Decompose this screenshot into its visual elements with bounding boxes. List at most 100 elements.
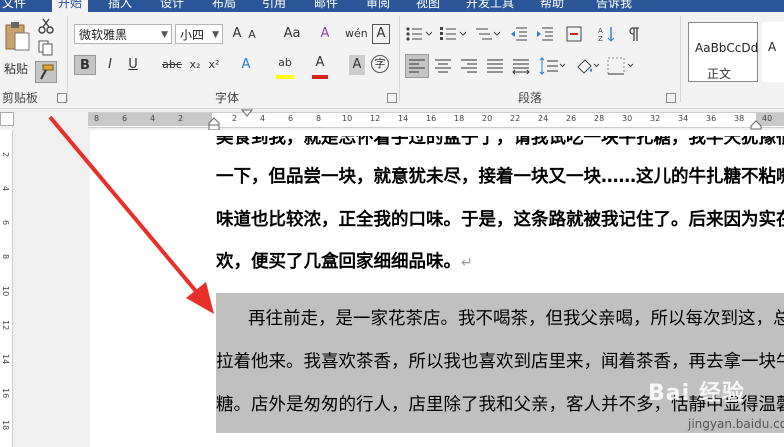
copy-icon[interactable]: [38, 40, 54, 56]
ruler-number: 2: [178, 114, 184, 123]
multilevel-list-icon[interactable]: [474, 26, 500, 42]
underline-button[interactable]: U: [125, 55, 141, 75]
ruler-number: 36: [706, 114, 717, 123]
ruler-number: 24: [538, 114, 549, 123]
clipboard-launcher-icon[interactable]: [57, 93, 67, 103]
clear-format-button[interactable]: A: [317, 24, 333, 44]
vertical-ruler[interactable]: 2 4 6 8 10 12 14 16 18: [0, 130, 13, 447]
tab-file[interactable]: 文件: [2, 0, 26, 12]
tab-layout[interactable]: 布局: [212, 0, 236, 12]
show-marks-icon[interactable]: [626, 26, 640, 42]
ruler-number: 34: [678, 114, 689, 123]
tab-mailings[interactable]: 邮件: [314, 0, 338, 12]
clipboard-icon: [5, 22, 30, 51]
ruler-number: 4: [1, 186, 10, 192]
shading-icon[interactable]: [574, 55, 600, 77]
paragraph-line: 欢，便买了几盒回家细细品味。↵: [216, 248, 473, 273]
tab-review[interactable]: 审阅: [366, 0, 390, 12]
enclose-characters-button[interactable]: 字: [371, 55, 389, 73]
tab-developer[interactable]: 开发工具: [466, 0, 514, 12]
paragraph-line: 再往前走，是一家花茶店。我不喝茶，但我父亲喝，所以每次到这，总是: [248, 309, 784, 329]
ruler-number: 16: [426, 114, 437, 123]
ribbon-tab-bar: 文件 开始 插入 设计 布局 引用 邮件 审阅 视图 开发工具 帮助 告诉我: [0, 0, 784, 12]
increase-indent-icon[interactable]: [536, 26, 554, 42]
format-painter-button[interactable]: [35, 61, 57, 83]
style-preview-text: A: [768, 40, 777, 54]
text-effects-button[interactable]: A: [238, 55, 254, 75]
strikethrough-button[interactable]: abc: [160, 55, 184, 75]
paste-label: 粘贴: [4, 62, 29, 76]
ruler-number: 2: [1, 152, 10, 158]
subscript-button[interactable]: x₂: [187, 55, 203, 75]
tab-insert[interactable]: 插入: [108, 0, 132, 12]
ruler-number: 32: [650, 114, 661, 123]
phonetic-guide-button[interactable]: wén: [345, 24, 368, 44]
tab-references[interactable]: 引用: [262, 0, 286, 12]
svg-text:Z: Z: [598, 35, 603, 42]
ruler-number: 12: [1, 320, 10, 331]
line-spacing-icon[interactable]: [538, 55, 566, 77]
borders-icon[interactable]: [606, 55, 634, 77]
font-size-select[interactable]: 小四 ▼: [175, 24, 223, 44]
ruler-number: 20: [482, 114, 493, 123]
numbering-icon[interactable]: [440, 26, 466, 42]
font-color-button[interactable]: A: [312, 55, 328, 79]
style-normal[interactable]: AaBbCcDd 正文: [688, 22, 758, 82]
font-size-value: 小四: [180, 28, 205, 42]
chinese-layout-icon[interactable]: [566, 26, 588, 42]
ribbon: 粘贴 剪贴板 微软雅黑 ▼ 小四 ▼ A A Aa A wén A B I U …: [0, 12, 784, 109]
chevron-down-icon: ▼: [161, 30, 168, 40]
ruler-number: 4: [260, 114, 266, 123]
decrease-indent-icon[interactable]: [510, 26, 528, 42]
align-center-icon[interactable]: [432, 55, 454, 77]
right-indent-marker[interactable]: [750, 120, 762, 130]
svg-text:A: A: [598, 27, 603, 35]
style-no-spacing[interactable]: A: [762, 22, 784, 82]
justify-icon[interactable]: [484, 55, 506, 77]
hanging-indent-marker[interactable]: [208, 117, 220, 131]
style-preview-text: AaBbCcDd: [695, 41, 759, 55]
distributed-icon[interactable]: [510, 55, 532, 77]
tab-home[interactable]: 开始: [52, 0, 89, 12]
horizontal-ruler[interactable]: 8 6 4 2 2 4 6 8 10 12 14 16 18 20 22 24 …: [0, 109, 784, 131]
font-family-select[interactable]: 微软雅黑 ▼: [74, 24, 172, 44]
paragraph-line: 味道也比较浓，正全我的口味。于是，这条路就被我记住了。后来因为实在喜: [216, 210, 784, 230]
divider: [399, 16, 400, 102]
ruler-number: 12: [370, 114, 381, 123]
bold-button[interactable]: B: [74, 55, 96, 75]
tab-help[interactable]: 帮助: [540, 0, 564, 12]
font-launcher-icon[interactable]: [387, 93, 397, 103]
change-case-button[interactable]: Aa: [280, 24, 304, 44]
cut-icon[interactable]: [38, 18, 54, 34]
align-left-icon[interactable]: [405, 54, 429, 78]
highlight-color-button[interactable]: ab: [276, 55, 294, 79]
watermark-url: jingyan.baidu.com: [688, 417, 784, 431]
superscript-button[interactable]: x²: [206, 55, 222, 75]
tab-view[interactable]: 视图: [416, 0, 440, 12]
align-right-icon[interactable]: [458, 55, 480, 77]
divider: [680, 16, 681, 102]
first-line-indent-marker[interactable]: [241, 109, 253, 117]
grow-font-button[interactable]: A: [229, 24, 245, 44]
tab-design[interactable]: 设计: [160, 0, 184, 12]
sort-icon[interactable]: AZ: [598, 26, 616, 42]
chevron-down-icon: ▼: [212, 30, 219, 40]
ruler-number: 4: [150, 114, 156, 123]
ruler-number: 26: [566, 114, 577, 123]
ruler-number: 28: [594, 114, 605, 123]
style-name: 正文: [707, 67, 732, 81]
ruler-number: 8: [1, 254, 10, 260]
font-family-value: 微软雅黑: [79, 28, 128, 42]
ruler-number: 40: [762, 114, 773, 123]
italic-button[interactable]: I: [102, 55, 118, 75]
bullets-icon[interactable]: [406, 26, 432, 42]
tab-tell-me[interactable]: 告诉我: [596, 0, 632, 12]
character-shading-button[interactable]: A: [349, 55, 365, 75]
clipboard-group-label: 剪贴板: [2, 91, 39, 105]
character-border-button[interactable]: A: [372, 24, 390, 44]
paragraph-mark: ↵: [461, 255, 473, 271]
paragraph-launcher-icon[interactable]: [666, 93, 676, 103]
tab-selector[interactable]: [0, 112, 14, 126]
paste-button[interactable]: 粘贴: [2, 20, 32, 78]
shrink-font-button[interactable]: A: [245, 25, 259, 45]
